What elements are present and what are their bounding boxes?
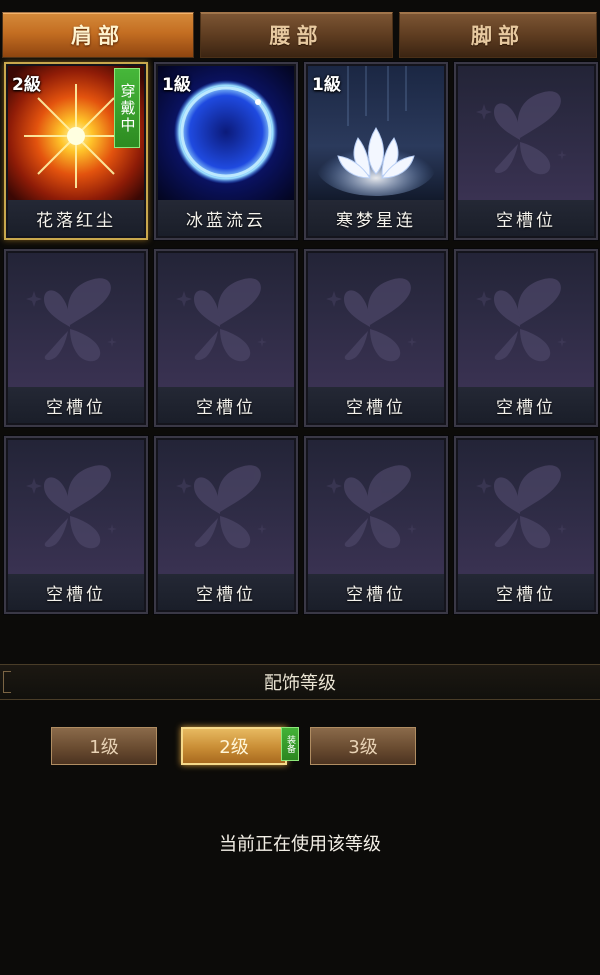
level-label: 2級 bbox=[12, 75, 41, 95]
status-message: 当前正在使用该等级 bbox=[219, 834, 381, 855]
level-label: 1級 bbox=[162, 75, 191, 95]
level-1-button[interactable]: 1级 bbox=[51, 727, 157, 765]
butterfly-icon bbox=[458, 66, 594, 200]
accessory-slot-9[interactable]: 空槽位 bbox=[4, 436, 148, 614]
level-label: 1級 bbox=[312, 75, 341, 95]
accessory-slot-3[interactable]: 1級 寒梦星连 bbox=[304, 62, 448, 240]
equipped-badge: 装备 bbox=[281, 727, 299, 761]
slot-name: 空槽位 bbox=[8, 574, 144, 610]
accessory-slot-2[interactable]: 1級 冰蓝流云 bbox=[154, 62, 298, 240]
butterfly-icon bbox=[8, 440, 144, 574]
slot-name: 空槽位 bbox=[8, 387, 144, 423]
header-ornament bbox=[3, 671, 11, 693]
slot-name: 寒梦星连 bbox=[308, 200, 444, 236]
slot-name: 空槽位 bbox=[158, 574, 294, 610]
slot-name: 空槽位 bbox=[308, 387, 444, 423]
butterfly-icon bbox=[158, 440, 294, 574]
accessory-slot-12[interactable]: 空槽位 bbox=[454, 436, 598, 614]
accessory-slot-6[interactable]: 空槽位 bbox=[154, 249, 298, 427]
level-3-button[interactable]: 3级 bbox=[310, 727, 416, 765]
accessory-slot-8[interactable]: 空槽位 bbox=[454, 249, 598, 427]
level-2-button[interactable]: 2级 装备 bbox=[181, 727, 299, 765]
slot-tabs: 肩部 腰部 脚部 bbox=[0, 12, 600, 58]
tab-waist[interactable]: 腰部 bbox=[200, 12, 393, 58]
slot-name: 空槽位 bbox=[458, 574, 594, 610]
accessory-slot-11[interactable]: 空槽位 bbox=[304, 436, 448, 614]
accessory-slot-10[interactable]: 空槽位 bbox=[154, 436, 298, 614]
tab-feet[interactable]: 脚部 bbox=[399, 12, 597, 58]
section-title: 配饰等级 bbox=[264, 673, 336, 694]
butterfly-icon bbox=[308, 253, 444, 387]
butterfly-icon bbox=[458, 440, 594, 574]
level-1-label: 1级 bbox=[89, 737, 119, 758]
slot-name: 冰蓝流云 bbox=[158, 200, 294, 236]
slot-name: 空槽位 bbox=[458, 200, 594, 236]
butterfly-icon bbox=[158, 253, 294, 387]
slot-name: 空槽位 bbox=[158, 387, 294, 423]
slot-name: 空槽位 bbox=[458, 387, 594, 423]
slot-name: 花落红尘 bbox=[8, 200, 144, 236]
worn-badge: 穿戴中 bbox=[114, 68, 140, 148]
accessory-slot-7[interactable]: 空槽位 bbox=[304, 249, 448, 427]
accessory-slot-1[interactable]: 2級 穿戴中 花落红尘 bbox=[4, 62, 148, 240]
level-2-label: 2级 bbox=[219, 737, 249, 758]
tab-shoulder[interactable]: 肩部 bbox=[2, 12, 194, 58]
accessory-slot-4[interactable]: 空槽位 bbox=[454, 62, 598, 240]
level-section-header: 配饰等级 bbox=[0, 664, 600, 700]
accessory-slot-5[interactable]: 空槽位 bbox=[4, 249, 148, 427]
slot-name: 空槽位 bbox=[308, 574, 444, 610]
butterfly-icon bbox=[8, 253, 144, 387]
butterfly-icon bbox=[308, 440, 444, 574]
butterfly-icon bbox=[458, 253, 594, 387]
level-3-label: 3级 bbox=[348, 737, 378, 758]
